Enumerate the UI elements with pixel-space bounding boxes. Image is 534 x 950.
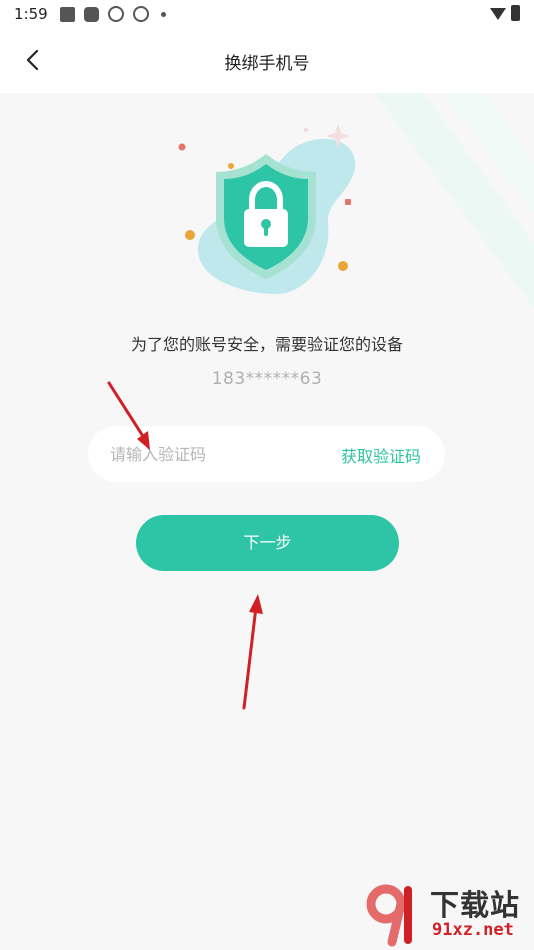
status-bar: 1:59	[0, 0, 534, 30]
shield-lock-illustration	[176, 112, 366, 302]
wifi-icon	[490, 8, 506, 20]
verification-code-input[interactable]	[110, 443, 310, 465]
notification-icon	[108, 6, 124, 22]
battery-icon	[511, 5, 520, 21]
watermark-url: 91xz.net	[432, 920, 514, 940]
shield-lock-icon	[178, 124, 356, 295]
annotation-arrow	[242, 594, 263, 710]
notification-icon	[84, 7, 99, 22]
verification-hint: 为了您的账号安全，需要验证您的设备	[130, 335, 403, 354]
notification-icon	[133, 6, 149, 22]
masked-phone-number: 183******63	[211, 369, 323, 389]
notification-icon	[60, 7, 75, 22]
more-notifications-icon	[161, 12, 166, 17]
status-time: 1:59	[14, 5, 48, 23]
watermark-title: 下载站	[430, 888, 521, 922]
watermark-logo-icon	[366, 884, 412, 947]
get-code-button[interactable]: 获取验证码	[341, 443, 421, 467]
nav-bar: 换绑手机号	[0, 30, 534, 93]
next-step-button[interactable]: 下一步	[136, 515, 399, 571]
page-title: 换绑手机号	[224, 54, 310, 74]
verification-code-field: 获取验证码	[88, 426, 445, 482]
watermark: 下载站 91xz.net	[362, 880, 532, 948]
